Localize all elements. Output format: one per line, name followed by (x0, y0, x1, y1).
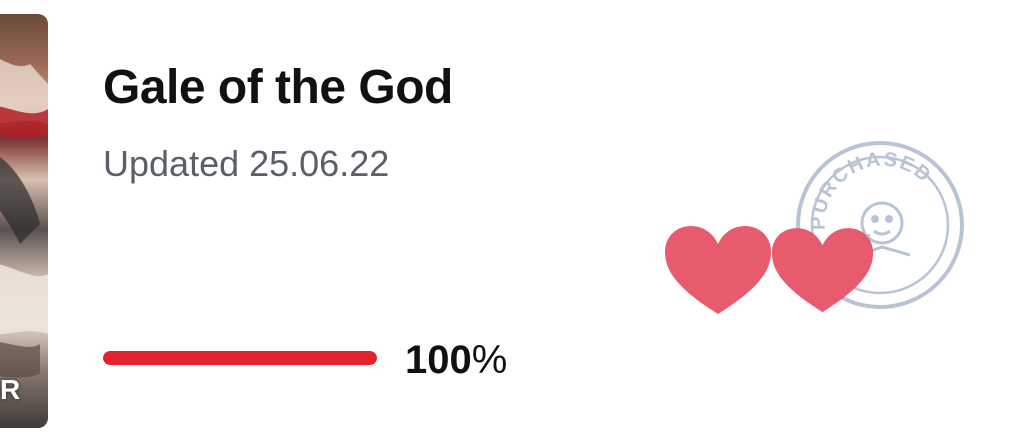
read-progress-bar (103, 351, 377, 365)
comic-title[interactable]: Gale of the God (103, 60, 453, 115)
progress-percent-unit: % (471, 338, 508, 382)
heart-icon[interactable] (663, 222, 773, 322)
read-progress-label: 100% (405, 338, 507, 383)
progress-percent-value: 100 (405, 338, 472, 382)
read-progress-fill (103, 351, 377, 365)
updated-date: Updated 25.06.22 (103, 143, 390, 184)
cover-thumbnail[interactable]: R (0, 14, 48, 428)
cover-art (0, 59, 48, 378)
cover-badge-letter: R (0, 374, 21, 405)
heart-icon[interactable] (770, 222, 875, 322)
